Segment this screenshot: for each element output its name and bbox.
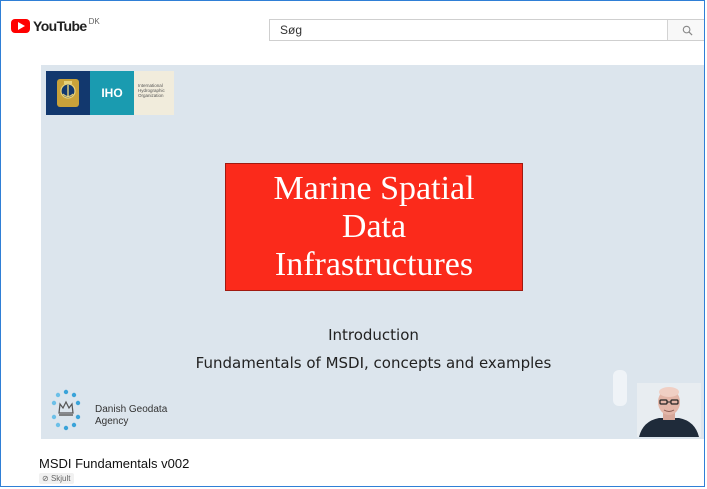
search-icon (682, 25, 693, 36)
search-input[interactable]: Søg (270, 23, 667, 37)
visibility-label: Skjult (50, 474, 71, 483)
danish-geodata-name: Danish Geodata Agency (95, 404, 167, 428)
iho-emblem-icon (46, 71, 90, 115)
search-button[interactable] (667, 20, 704, 40)
danish-geodata-logo: Danish Geodata Agency (48, 389, 188, 431)
presenter-webcam (637, 383, 701, 437)
window-frame: YouTube DK Søg IHO International Hydrogr… (0, 0, 705, 487)
header: YouTube DK Søg (1, 1, 704, 53)
video-title[interactable]: MSDI Fundamentals v002 (39, 456, 189, 471)
search-box[interactable]: Søg (269, 19, 704, 41)
agency-line: Agency (95, 416, 129, 427)
youtube-play-icon (11, 19, 30, 33)
iho-organization-name: International Hydrographic Organization (134, 71, 174, 115)
slide-title-line: Marine Spatial (273, 170, 475, 207)
slide-intro-subtitle: Fundamentals of MSDI, concepts and examp… (195, 354, 552, 372)
visibility-badge: ⊘ Skjult (39, 473, 74, 484)
slide-title-box: Marine Spatial Data Infrastructures (225, 163, 523, 291)
eye-slash-icon: ⊘ (42, 474, 49, 483)
iho-logo: IHO International Hydrographic Organizat… (46, 71, 174, 115)
iho-abbreviation: IHO (90, 71, 134, 115)
video-player[interactable]: IHO International Hydrographic Organizat… (41, 65, 704, 439)
slide-title-line: Infrastructures (274, 246, 474, 283)
agency-line: Danish Geodata (95, 404, 168, 415)
slide-title-line: Data (341, 208, 407, 245)
youtube-wordmark: YouTube (33, 18, 87, 34)
youtube-logo[interactable]: YouTube DK (11, 15, 100, 37)
slide-intro-heading: Introduction (328, 326, 419, 344)
danish-geodata-crown-icon (51, 389, 81, 431)
country-code: DK (88, 16, 100, 26)
screen-glare (613, 370, 627, 406)
iho-org-line: Organization (138, 93, 164, 98)
